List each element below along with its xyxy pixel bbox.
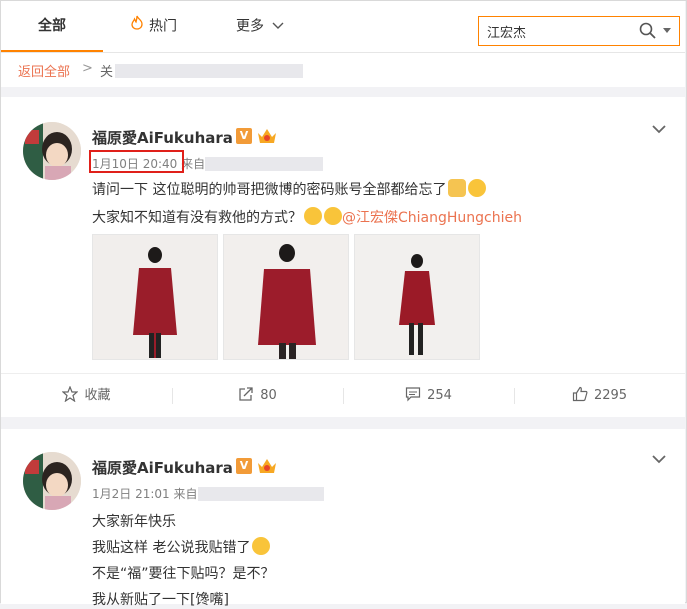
post-actions: 收藏 80 254 2295 (1, 373, 685, 418)
avatar[interactable] (23, 452, 81, 510)
photo-thumbnail[interactable] (354, 234, 480, 360)
mention-link[interactable]: @江宏傑ChiangHungchieh (342, 210, 522, 226)
thumbs-up-emoji-icon (448, 179, 467, 197)
search-box[interactable] (478, 16, 680, 46)
post-text-line: 请问一下 这位聪明的帅哥把微博的密码账号全部都给忘了 (92, 179, 487, 199)
photo-thumbnail[interactable] (92, 234, 218, 360)
repost-button[interactable]: 80 (172, 374, 343, 418)
post-text: 请问一下 这位聪明的帅哥把微博的密码账号全部都给忘了 (92, 182, 447, 198)
laugh-cry-emoji-icon (324, 207, 342, 225)
post-text-line: 我从新贴了一下[馋嘴] (92, 589, 229, 609)
like-count: 2295 (593, 388, 628, 403)
chevron-down-icon (272, 1, 284, 52)
post-text-line: 我贴这样 老公说我贴错了 (92, 537, 271, 557)
search-dropdown-icon[interactable] (663, 28, 671, 33)
tab-hot[interactable]: 热门 (131, 1, 177, 52)
share-icon (239, 387, 253, 401)
blurred-text (115, 64, 304, 78)
blurred-source (205, 157, 324, 171)
highlight-box (89, 150, 184, 173)
vip-crown-icon (257, 127, 277, 149)
blurred-source (197, 487, 324, 501)
comment-count: 254 (427, 388, 452, 403)
star-icon (61, 385, 80, 403)
post-card: 福原愛AiFukuhara V 1月10日 20:40 来自 请问一下 这位聪明… (1, 97, 685, 417)
tab-bar: 全部 热门 更多 (1, 1, 685, 53)
post-source-prefix: 来自 (181, 157, 206, 171)
post-text: 不是“福”要往下贴吗？是不？ (92, 566, 275, 582)
sleepy-emoji-icon (468, 179, 487, 197)
post-menu-chevron-icon[interactable] (651, 119, 667, 138)
comment-button[interactable]: 254 (343, 374, 514, 418)
like-button[interactable]: 2295 (514, 374, 685, 418)
post-meta: 1月2日 21:01 来自 (92, 485, 324, 502)
search-input[interactable] (487, 21, 617, 41)
tab-hot-label: 热门 (149, 18, 177, 35)
post-time[interactable]: 1月2日 21:01 (92, 487, 170, 501)
thumbs-up-icon (572, 386, 588, 402)
tab-all[interactable]: 全部 (1, 1, 103, 52)
photo-thumbnail[interactable] (223, 234, 349, 360)
post-source-prefix: 来自 (173, 487, 198, 501)
post-card: 福原愛AiFukuhara V 1月2日 21:01 来自 大家新年快乐 我贴这… (1, 429, 685, 608)
favorite-label: 收藏 (84, 388, 111, 403)
post-text-line: 大家知不知道有没有救他的方式？ @江宏傑ChiangHungchieh (92, 207, 522, 227)
post-text: 大家新年快乐 (92, 514, 176, 530)
post-text-line: 不是“福”要往下贴吗？是不？ (92, 563, 275, 583)
vip-crown-icon (257, 457, 277, 479)
repost-count: 80 (260, 388, 277, 403)
post-text: 我贴这样 老公说我贴错了 (92, 540, 251, 556)
author-name[interactable]: 福原愛AiFukuhara (92, 457, 233, 478)
flame-icon (131, 1, 143, 52)
comment-icon (405, 387, 421, 402)
breadcrumb-current-text: 关 (100, 65, 114, 80)
search-icon[interactable] (639, 22, 656, 43)
author-name[interactable]: 福原愛AiFukuhara (92, 127, 233, 148)
verified-badge-icon: V (236, 128, 252, 144)
tab-more[interactable]: 更多 (236, 1, 284, 52)
breadcrumb-current: 关 (100, 61, 304, 80)
breadcrumb-separator: > (82, 61, 93, 76)
post-menu-chevron-icon[interactable] (651, 449, 667, 468)
verified-badge-icon: V (236, 458, 252, 474)
avatar[interactable] (23, 122, 81, 180)
post-text: 大家知不知道有没有救他的方式？ (92, 210, 302, 226)
post-text: 我从新贴了一下[馋嘴] (92, 592, 229, 608)
laugh-cry-emoji-icon (304, 207, 322, 225)
sleepy-emoji-icon (252, 537, 271, 555)
favorite-button[interactable]: 收藏 (1, 374, 172, 418)
breadcrumb: 返回全部 > 关 (1, 53, 685, 87)
tab-more-label: 更多 (236, 18, 264, 35)
post-text-line: 大家新年快乐 (92, 511, 176, 531)
back-to-all-link[interactable]: 返回全部 (18, 61, 70, 80)
